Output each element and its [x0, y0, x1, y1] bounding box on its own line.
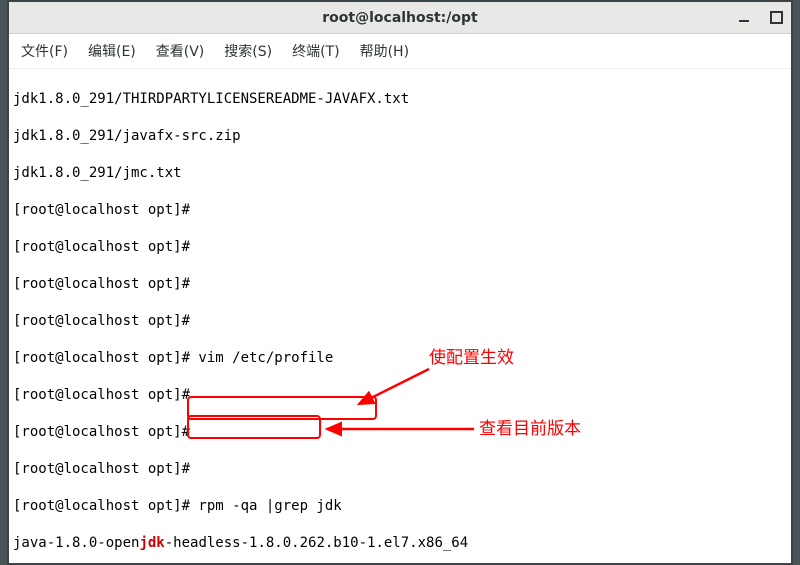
terminal-line: [root@localhost opt]# — [13, 201, 787, 220]
minimize-button[interactable] — [737, 11, 751, 25]
terminal-line: [root@localhost opt]# — [13, 386, 787, 405]
menu-help[interactable]: 帮助(H) — [354, 38, 415, 64]
menubar: 文件(F) 编辑(E) 查看(V) 搜索(S) 终端(T) 帮助(H) — [9, 34, 791, 69]
window-title: root@localhost:/opt — [322, 10, 477, 26]
menu-file[interactable]: 文件(F) — [15, 38, 74, 64]
terminal-output[interactable]: jdk1.8.0_291/THIRDPARTYLICENSEREADME-JAV… — [9, 69, 791, 563]
terminal-line: [root@localhost opt]# — [13, 423, 787, 442]
menu-view[interactable]: 查看(V) — [150, 38, 211, 64]
terminal-line: [root@localhost opt]# vim /etc/profile — [13, 349, 787, 368]
terminal-line: [root@localhost opt]# rpm -qa |grep jdk — [13, 497, 787, 516]
terminal-line: jdk1.8.0_291/THIRDPARTYLICENSEREADME-JAV… — [13, 90, 787, 109]
terminal-line: [root@localhost opt]# — [13, 275, 787, 294]
maximize-button[interactable] — [769, 11, 783, 25]
menu-terminal[interactable]: 终端(T) — [286, 38, 345, 64]
titlebar: root@localhost:/opt — [9, 2, 791, 34]
menu-edit[interactable]: 编辑(E) — [82, 38, 142, 64]
menu-search[interactable]: 搜索(S) — [218, 38, 278, 64]
grep-match: jdk — [139, 535, 164, 551]
terminal-line: [root@localhost opt]# — [13, 460, 787, 479]
terminal-line: [root@localhost opt]# — [13, 238, 787, 257]
terminal-line: jdk1.8.0_291/javafx-src.zip — [13, 127, 787, 146]
terminal-line: java-1.8.0-openjdk-headless-1.8.0.262.b1… — [13, 534, 787, 553]
terminal-line: jdk1.8.0_291/jmc.txt — [13, 164, 787, 183]
window-controls — [737, 11, 783, 25]
terminal-window: root@localhost:/opt 文件(F) 编辑(E) 查看(V) 搜索… — [7, 0, 793, 565]
terminal-line: [root@localhost opt]# — [13, 312, 787, 331]
